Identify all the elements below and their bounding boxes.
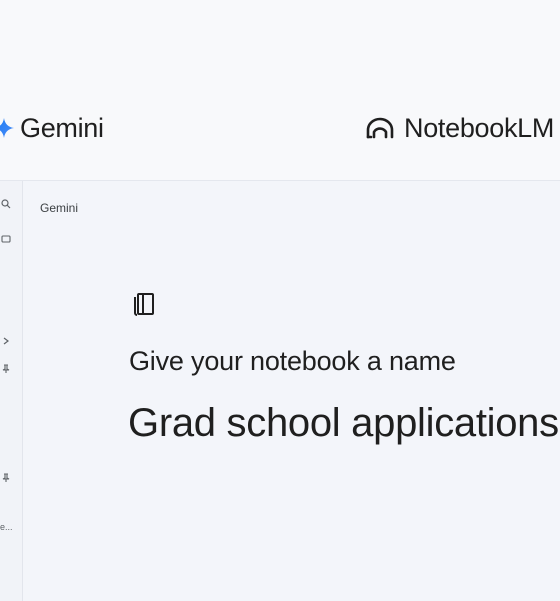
gemini-star-icon: [0, 118, 14, 138]
notebooklm-brand: NotebookLM: [366, 112, 554, 144]
gemini-brand: Gemini: [0, 112, 104, 144]
gemini-brand-name: Gemini: [20, 112, 104, 143]
rail-item-label[interactable]: e...: [0, 522, 13, 532]
window-icon[interactable]: [0, 233, 12, 245]
chevron-right-icon[interactable]: [0, 335, 12, 347]
side-rail: e...: [0, 181, 23, 601]
notebook-app-window: e... Gemini Give your notebook a name Gr…: [0, 180, 560, 601]
notebooklm-logo-icon: [366, 117, 394, 139]
breadcrumb[interactable]: Gemini: [40, 201, 78, 215]
notebook-icon: [134, 293, 154, 316]
search-icon[interactable]: [0, 198, 12, 210]
pin-icon[interactable]: [0, 472, 12, 484]
notebook-title-input[interactable]: Grad school applications: [128, 401, 559, 446]
notebooklm-brand-name: NotebookLM: [404, 112, 555, 143]
name-prompt: Give your notebook a name: [129, 346, 456, 376]
pin-icon[interactable]: [0, 363, 12, 375]
brand-header: Gemini NotebookLM: [0, 0, 560, 180]
